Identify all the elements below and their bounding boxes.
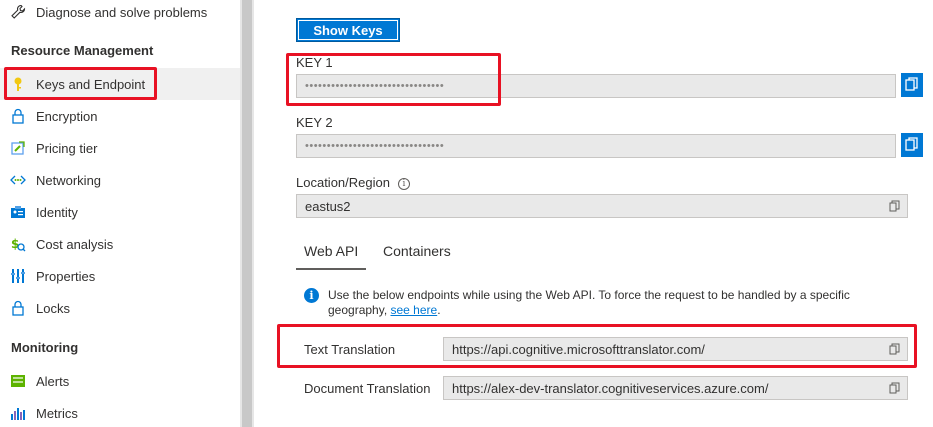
sidebar-item-pricing-tier[interactable]: Pricing tier <box>0 132 240 164</box>
sidebar-item-encryption[interactable]: Encryption <box>0 100 240 132</box>
wrench-icon <box>10 4 26 20</box>
sidebar-item-locks[interactable]: Locks <box>0 292 240 324</box>
networking-icon <box>10 172 26 188</box>
sidebar-item-label: Properties <box>36 268 96 284</box>
document-translation-label: Document Translation <box>304 381 431 396</box>
key-icon <box>10 76 26 92</box>
copy-icon[interactable] <box>889 343 901 355</box>
text-translation-field[interactable]: https://api.cognitive.microsofttranslato… <box>443 337 908 361</box>
info-message: i Use the below endpoints while using th… <box>304 288 884 318</box>
see-here-link[interactable]: see here <box>391 303 438 317</box>
properties-icon <box>10 268 26 284</box>
location-label: Location/Region i <box>296 175 410 190</box>
metrics-icon <box>10 405 26 421</box>
location-value: eastus2 <box>305 198 351 214</box>
cost-analysis-icon: $ <box>10 236 26 252</box>
info-icon[interactable]: i <box>397 177 410 190</box>
document-translation-field[interactable]: https://alex-dev-translator.cognitiveser… <box>443 376 908 400</box>
copy-icon[interactable] <box>889 382 901 394</box>
show-keys-button[interactable]: Show Keys <box>296 18 400 42</box>
copy-key1-button[interactable] <box>901 73 923 97</box>
tab-containers[interactable]: Containers <box>383 243 451 259</box>
sidebar-item-keys-endpoint[interactable]: Keys and Endpoint <box>0 68 240 100</box>
section-resource-management: Resource Management <box>11 43 154 58</box>
sidebar-item-label: Alerts <box>36 373 70 389</box>
copy-icon <box>905 76 919 94</box>
alerts-icon <box>10 373 26 389</box>
sidebar-item-label: Diagnose and solve problems <box>36 4 208 20</box>
sidebar-item-label: Pricing tier <box>36 140 98 156</box>
key1-label: KEY 1 <box>296 55 333 70</box>
lock-icon <box>10 108 26 124</box>
text-translation-label: Text Translation <box>304 342 396 357</box>
sidebar-item-label: Identity <box>36 204 78 220</box>
text-translation-value: https://api.cognitive.microsofttranslato… <box>452 341 705 357</box>
sidebar-item-cost-analysis[interactable]: $ Cost analysis <box>0 228 240 260</box>
sidebar-item-diagnose[interactable]: Diagnose and solve problems <box>0 0 240 28</box>
sidebar-item-label: Cost analysis <box>36 236 114 252</box>
sidebar-item-alerts[interactable]: Alerts <box>0 365 240 397</box>
copy-key2-button[interactable] <box>901 133 923 157</box>
sidebar-item-label: Networking <box>36 172 102 188</box>
active-tab-indicator <box>296 268 366 270</box>
section-monitoring: Monitoring <box>11 340 79 355</box>
tab-web-api[interactable]: Web API <box>304 243 358 259</box>
location-field[interactable]: eastus2 <box>296 194 908 218</box>
key2-label: KEY 2 <box>296 115 333 130</box>
lock-icon <box>10 300 26 316</box>
sidebar-item-label: Keys and Endpoint <box>36 76 146 92</box>
sidebar-item-metrics[interactable]: Metrics <box>0 397 240 427</box>
sidebar-item-label: Locks <box>36 300 70 316</box>
sidebar: Diagnose and solve problems Resource Man… <box>0 0 240 427</box>
pricing-tier-icon <box>10 140 26 156</box>
sidebar-item-label: Metrics <box>36 405 78 421</box>
copy-icon[interactable] <box>889 200 901 212</box>
document-translation-value: https://alex-dev-translator.cognitiveser… <box>452 380 769 396</box>
sidebar-item-networking[interactable]: Networking <box>0 164 240 196</box>
sidebar-item-identity[interactable]: Identity <box>0 196 240 228</box>
info-icon: i <box>304 288 319 303</box>
copy-icon <box>905 136 919 154</box>
sidebar-item-label: Encryption <box>36 108 98 124</box>
key1-field[interactable]: •••••••••••••••••••••••••••••••• <box>296 74 896 98</box>
sidebar-scroll-thumb[interactable] <box>242 0 252 427</box>
sidebar-item-properties[interactable]: Properties <box>0 260 240 292</box>
key2-field[interactable]: •••••••••••••••••••••••••••••••• <box>296 134 896 158</box>
identity-icon <box>10 204 26 220</box>
